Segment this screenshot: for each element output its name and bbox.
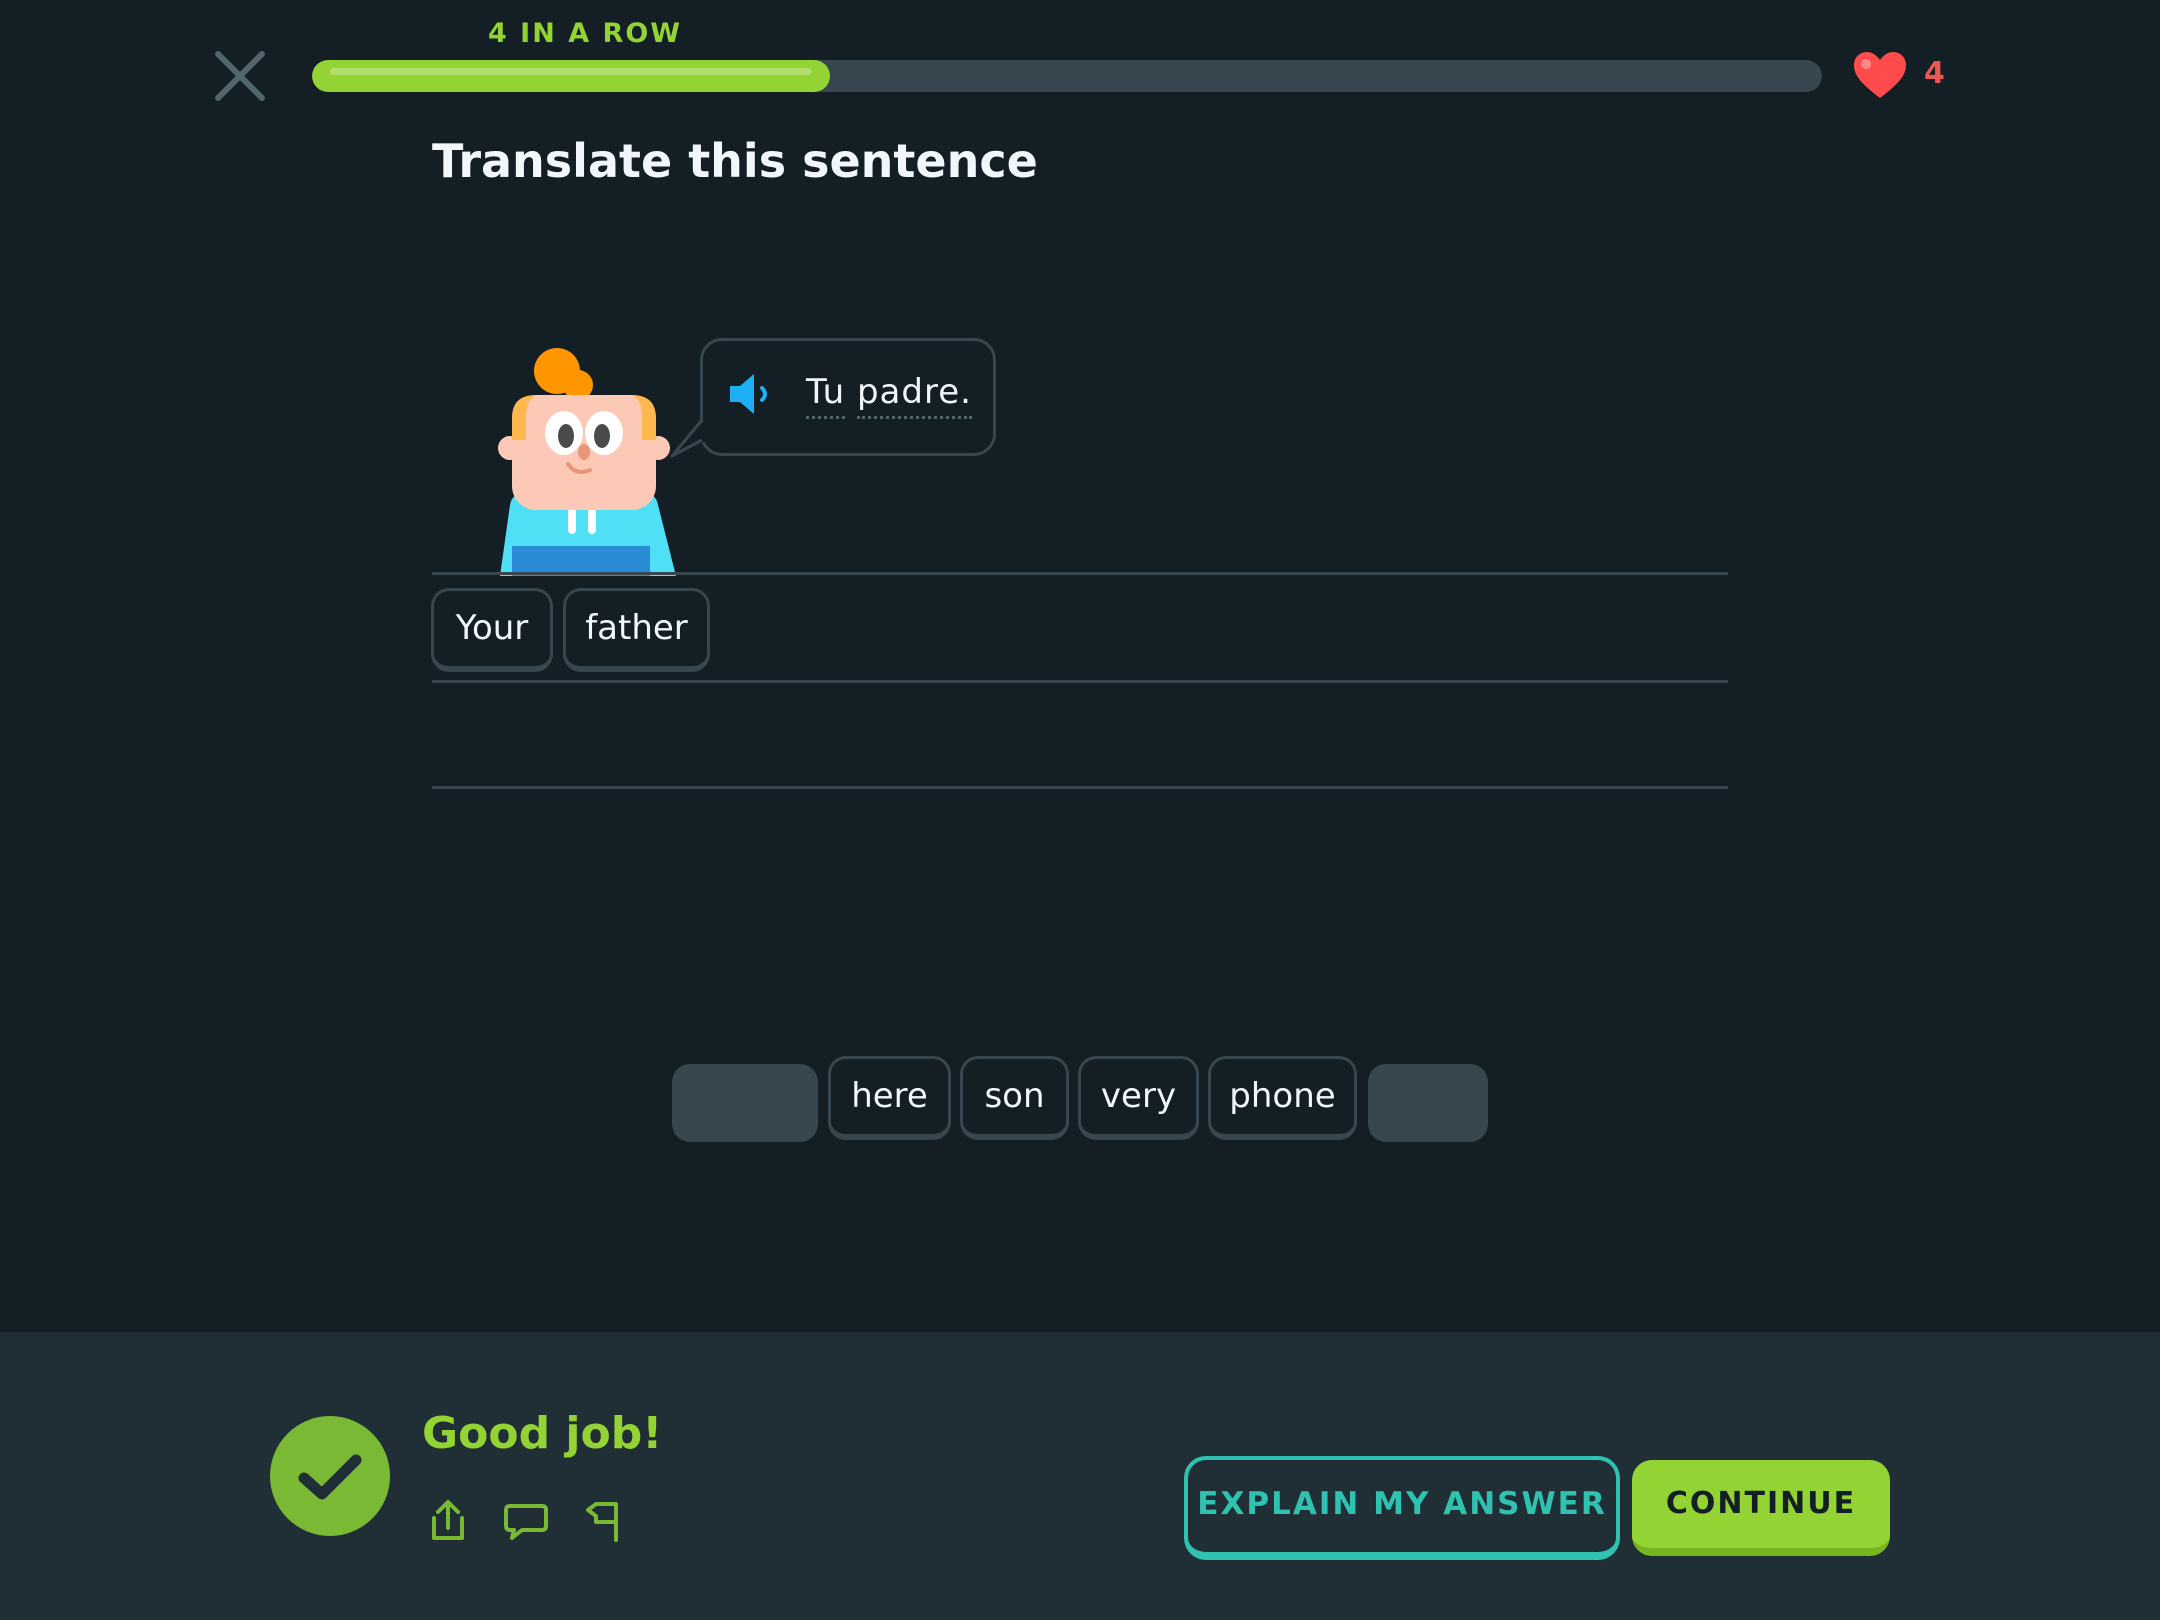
prompt-word[interactable]: padre. [856, 372, 972, 419]
progress-bar [312, 60, 1822, 92]
prompt-sentence: Tu padre. [806, 372, 972, 419]
word-bank-slot-empty [1368, 1064, 1488, 1142]
comment-icon[interactable] [502, 1496, 550, 1544]
word-bank-slot-empty [672, 1064, 818, 1142]
answer-line [432, 680, 1728, 683]
explain-answer-button[interactable]: EXPLAIN MY ANSWER [1184, 1456, 1620, 1560]
exercise-title: Translate this sentence [432, 134, 1038, 188]
answer-tile[interactable]: father [563, 588, 710, 672]
streak-label: 4 IN A ROW [488, 18, 683, 49]
word-bank-tile[interactable]: here [828, 1056, 951, 1140]
answer-line [432, 572, 1728, 575]
answer-line [432, 786, 1728, 789]
progress-bar-fill [312, 60, 830, 92]
feedback-message: Good job! [422, 1408, 663, 1459]
close-icon[interactable] [210, 46, 270, 106]
heart-icon [1854, 52, 1906, 98]
prompt-word[interactable]: Tu [806, 372, 846, 419]
speaker-icon[interactable] [728, 370, 776, 418]
answer-tile[interactable]: Your [431, 588, 553, 672]
flag-icon[interactable] [582, 1496, 630, 1544]
word-bank-tile[interactable]: very [1078, 1056, 1199, 1140]
speech-bubble-tail [670, 416, 708, 458]
word-bank-tile[interactable]: son [960, 1056, 1069, 1140]
checkmark-icon [270, 1416, 390, 1536]
character-avatar [498, 348, 676, 576]
word-bank-tile[interactable]: phone [1208, 1056, 1357, 1140]
hearts-count: 4 [1924, 56, 1945, 91]
share-icon[interactable] [424, 1496, 472, 1544]
progress-bar-shine [330, 68, 812, 75]
continue-button[interactable]: CONTINUE [1632, 1460, 1890, 1556]
